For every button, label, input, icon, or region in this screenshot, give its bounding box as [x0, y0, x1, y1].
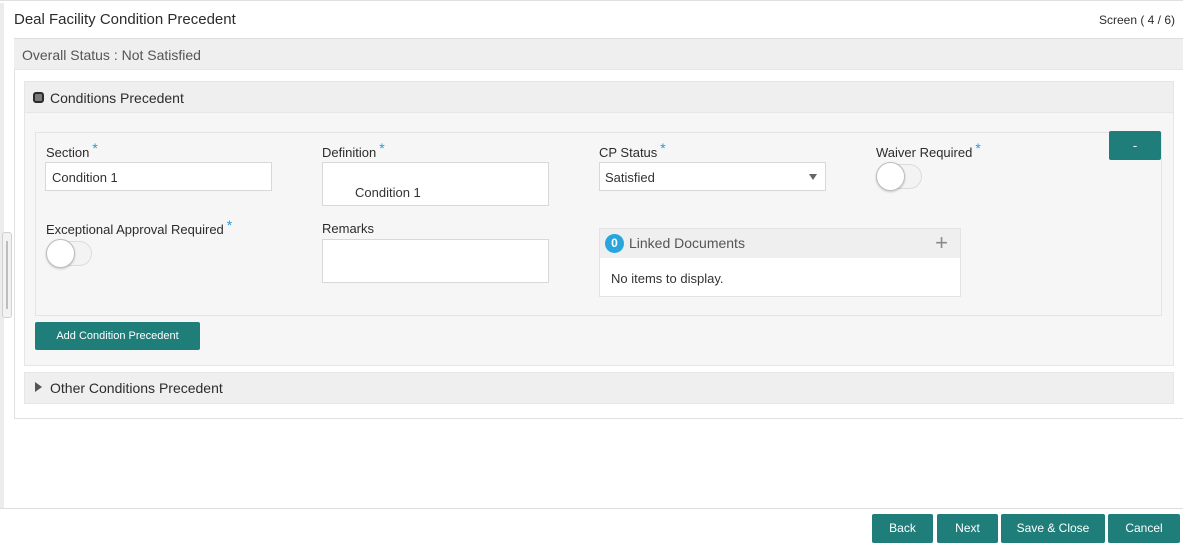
- grip-icon: [6, 241, 8, 309]
- definition-value: Condition 1: [355, 185, 421, 200]
- add-icon[interactable]: +: [935, 231, 948, 255]
- linked-documents-empty-text: No items to display.: [611, 271, 724, 286]
- linked-documents-header: 0 Linked Documents +: [600, 229, 960, 258]
- cancel-button[interactable]: Cancel: [1108, 514, 1180, 543]
- next-button[interactable]: Next: [937, 514, 998, 543]
- section-label-text: Section: [46, 145, 90, 160]
- back-button[interactable]: Back: [872, 514, 933, 543]
- add-condition-precedent-button[interactable]: Add Condition Precedent: [35, 322, 200, 350]
- required-marker: *: [226, 217, 233, 233]
- collapse-icon[interactable]: [33, 92, 44, 103]
- footer-divider: [0, 508, 1183, 509]
- section-label: Section *: [46, 140, 98, 160]
- cp-status-value: Satisfied: [605, 170, 655, 185]
- other-conditions-precedent-title: Other Conditions Precedent: [50, 380, 223, 396]
- overall-status-bar: Overall Status : Not Satisfied: [14, 38, 1183, 70]
- required-marker: *: [660, 140, 666, 156]
- required-marker: *: [92, 140, 98, 156]
- definition-label-text: Definition: [322, 145, 377, 160]
- exceptional-approval-label: Exceptional Approval Required *: [46, 217, 232, 237]
- toggle-knob: [876, 162, 905, 191]
- waiver-required-toggle[interactable]: [876, 162, 922, 191]
- cp-status-label-text: CP Status: [599, 145, 658, 160]
- page-title: Deal Facility Condition Precedent: [14, 11, 236, 28]
- expand-icon: [35, 382, 42, 392]
- save-close-button[interactable]: Save & Close: [1001, 514, 1105, 543]
- definition-textarea[interactable]: Condition 1: [322, 162, 549, 206]
- remarks-label: Remarks: [322, 221, 375, 236]
- conditions-precedent-title: Conditions Precedent: [50, 90, 184, 106]
- section-input[interactable]: Condition 1: [45, 162, 272, 191]
- waiver-required-label-text: Waiver Required: [876, 145, 973, 160]
- chevron-down-icon: [809, 174, 817, 180]
- waiver-required-label: Waiver Required *: [876, 140, 981, 160]
- linked-documents-panel: 0 Linked Documents + No items to display…: [599, 228, 961, 297]
- definition-label: Definition *: [322, 140, 385, 160]
- toggle-knob: [46, 239, 75, 268]
- cp-status-select[interactable]: Satisfied: [599, 162, 826, 191]
- top-divider: [0, 0, 1183, 3]
- exceptional-approval-toggle[interactable]: [46, 239, 92, 268]
- other-conditions-precedent-header[interactable]: Other Conditions Precedent: [24, 372, 1174, 404]
- cp-status-label: CP Status *: [599, 140, 666, 160]
- page: Deal Facility Condition Precedent Screen…: [0, 0, 1183, 544]
- screen-counter: Screen ( 4 / 6): [1098, 13, 1175, 27]
- required-marker: *: [975, 140, 981, 156]
- required-marker: *: [379, 140, 385, 156]
- overall-status-text: Overall Status : Not Satisfied: [22, 47, 201, 63]
- linked-documents-title: Linked Documents: [629, 235, 745, 251]
- side-panel-handle[interactable]: [2, 232, 12, 318]
- remarks-textarea[interactable]: [322, 239, 549, 283]
- exceptional-approval-label-text: Exceptional Approval Required: [46, 222, 224, 237]
- remove-condition-button[interactable]: -: [1109, 131, 1161, 160]
- linked-documents-count-badge: 0: [605, 234, 624, 253]
- conditions-precedent-header[interactable]: Conditions Precedent: [25, 82, 1173, 113]
